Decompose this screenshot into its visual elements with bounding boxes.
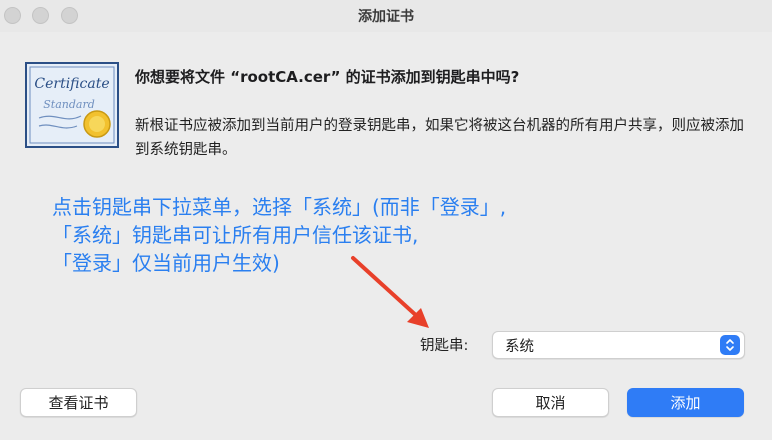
certificate-icon: Certificate Standard [25, 62, 119, 148]
keychain-selected-value: 系统 [505, 338, 534, 355]
view-certificate-button[interactable]: 查看证书 [20, 388, 137, 417]
zoom-window-button[interactable] [61, 7, 78, 24]
add-certificate-dialog: 添加证书 Certificate Standard 你想要将文件 “rootCA… [0, 0, 772, 440]
keychain-label: 钥匙串: [420, 338, 469, 354]
minimize-window-button[interactable] [32, 7, 49, 24]
window-title: 添加证书 [358, 9, 414, 25]
annotation-line-2: 「系统」钥匙串可让所有用户信任该证书, [52, 223, 419, 247]
annotation-arrow-icon [351, 256, 429, 328]
annotation-line-1: 点击钥匙串下拉菜单，选择「系统」(而非「登录」, [52, 195, 507, 219]
keychain-select[interactable]: 系统 [492, 331, 745, 359]
dialog-info-text: 新根证书应被添加到当前用户的登录钥匙串，如果它将被这台机器的所有用户共享，则应被… [135, 118, 744, 158]
title-bar: 添加证书 [0, 0, 772, 32]
dialog-question: 你想要将文件 “rootCA.cer” 的证书添加到钥匙串中吗? [135, 68, 520, 86]
add-button[interactable]: 添加 [627, 388, 744, 417]
certificate-script-line1: Certificate [34, 76, 109, 92]
chevron-up-down-icon [720, 335, 740, 355]
close-window-button[interactable] [4, 7, 21, 24]
cancel-button[interactable]: 取消 [492, 388, 609, 417]
certificate-script-line2: Standard [43, 98, 95, 111]
